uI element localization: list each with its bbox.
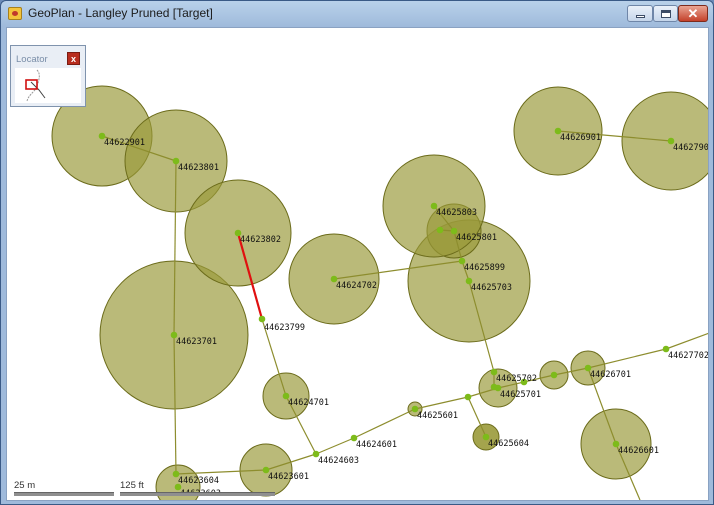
scale-bar-feet <box>120 492 275 496</box>
minimize-icon <box>635 15 645 18</box>
node-label: 44624702 <box>336 281 377 291</box>
network-node[interactable] <box>258 315 266 323</box>
scale-meters-label: 25 m <box>14 480 36 491</box>
network-node[interactable] <box>436 226 444 234</box>
close-button[interactable]: ✕ <box>678 5 708 22</box>
node-label: 44626601 <box>618 446 659 456</box>
locator-viewport-frame[interactable] <box>25 79 38 90</box>
node-label: 44625899 <box>464 263 505 273</box>
map-canvas[interactable]: 44622901 44623801 44623802 44623799 44623701… <box>6 27 709 501</box>
node-label: 44625803 <box>436 208 477 218</box>
node-label: 44623801 <box>178 163 219 173</box>
title-bar[interactable]: GeoPlan - Langley Pruned [Target] ✕ <box>1 1 713 27</box>
locator-title: Locator <box>16 54 48 65</box>
window-title: GeoPlan - Langley Pruned [Target] <box>28 6 213 20</box>
node-label: 44623601 <box>268 472 309 482</box>
node-label: 44625601 <box>417 411 458 421</box>
pipe-edge[interactable] <box>665 332 709 350</box>
node-label: 44622901 <box>104 138 145 148</box>
node-label: 44625703 <box>471 283 512 293</box>
minimize-button[interactable] <box>627 5 653 22</box>
node-label: 44626701 <box>590 370 631 380</box>
node-label: 44624603 <box>318 456 359 466</box>
node-label: 44625801 <box>456 233 497 243</box>
node-label: 44627901 <box>673 143 709 153</box>
network-node[interactable] <box>490 383 498 391</box>
pipe-edge[interactable] <box>315 437 355 455</box>
node-label: 44623802 <box>240 235 281 245</box>
locator-close-button[interactable]: x <box>67 52 80 65</box>
geoplan-app-icon <box>8 7 22 20</box>
pipe-edge[interactable] <box>414 396 469 410</box>
node-label: 44625604 <box>488 439 529 449</box>
node-label: 44625701 <box>500 390 541 400</box>
node-label: 44626901 <box>560 133 601 143</box>
network-node[interactable] <box>550 371 558 379</box>
pipe-edge[interactable] <box>353 408 416 439</box>
catchment-circles <box>51 85 708 500</box>
network-map[interactable]: 44622901 44623801 44623802 44623799 44623701… <box>7 28 709 501</box>
locator-panel[interactable]: Locator x <box>10 45 86 107</box>
maximize-button[interactable] <box>653 5 678 22</box>
node-label: 44624601 <box>356 440 397 450</box>
node-label: 44623701 <box>176 337 217 347</box>
node-label: 44623604 <box>178 476 219 486</box>
scale-feet-label: 125 ft <box>120 480 144 491</box>
geoplan-window: GeoPlan - Langley Pruned [Target] ✕ 4462… <box>0 0 714 505</box>
scale-bar-meters <box>14 492 114 496</box>
maximize-icon <box>660 9 671 18</box>
node-label: 44625702 <box>496 374 537 384</box>
locator-network-icon <box>25 69 46 102</box>
node-label: 44624701 <box>288 398 329 408</box>
node-label: 44623799 <box>264 323 305 333</box>
locator-overview-map[interactable] <box>15 68 81 103</box>
network-node[interactable] <box>464 393 472 401</box>
close-icon: ✕ <box>687 6 699 21</box>
node-label: 44627702 <box>668 351 709 361</box>
